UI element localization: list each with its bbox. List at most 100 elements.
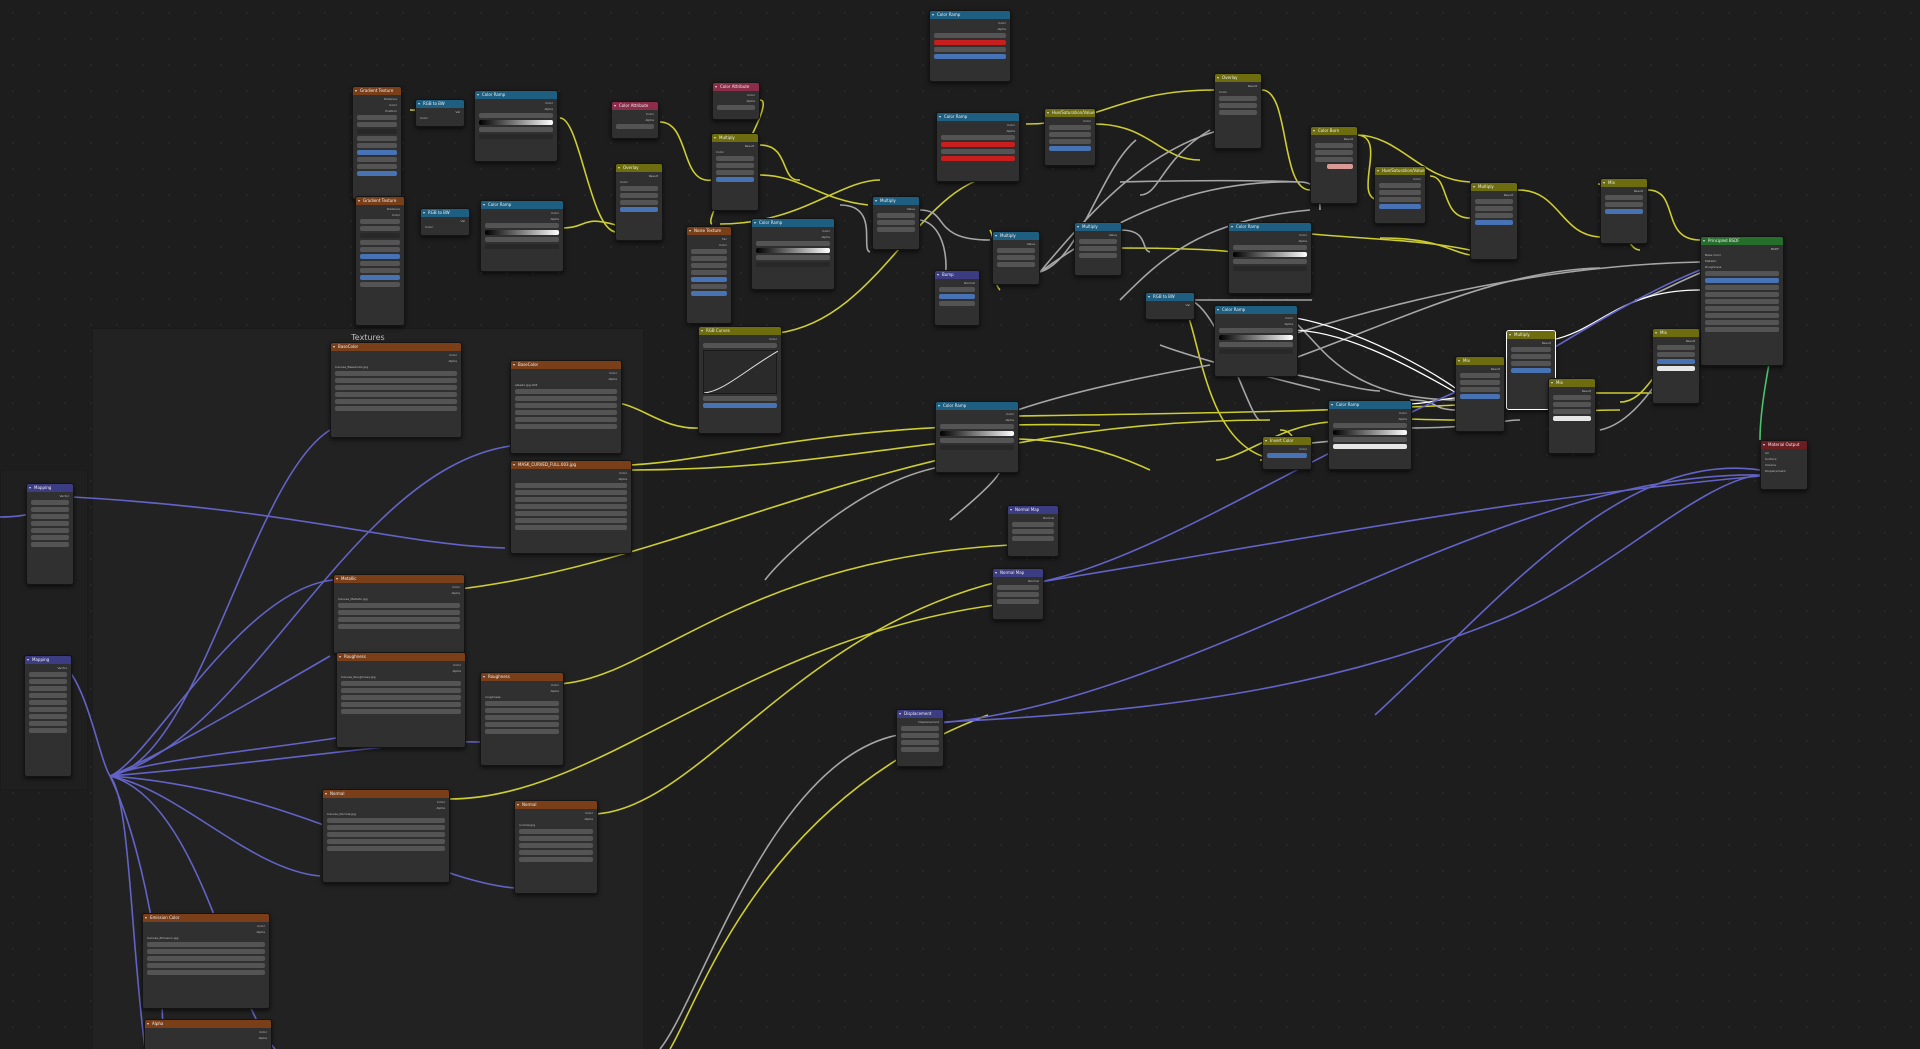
node-color-ramp-5[interactable]: Color Ramp Color Alpha: [1214, 305, 1298, 377]
image-name[interactable]: Canvas_BaseColor.jpg: [335, 365, 457, 369]
node-header[interactable]: Color Ramp: [1329, 401, 1411, 409]
node-roughness-texture-2[interactable]: Roughness Color Alpha roughness: [480, 672, 564, 766]
node-header[interactable]: Mapping: [25, 656, 71, 664]
node-header[interactable]: BaseColor: [511, 361, 621, 369]
node-bump[interactable]: Bump Normal: [934, 270, 980, 326]
node-color-attribute-1[interactable]: Color Attribute Color Alpha: [611, 101, 659, 139]
node-header[interactable]: RGB Curves: [699, 327, 781, 335]
node-color-ramp-2[interactable]: Color Ramp Color Alpha: [480, 200, 564, 272]
node-basecolor-texture-2[interactable]: BaseColor Color Alpha albedo.jpg.003: [510, 360, 622, 454]
node-color-burn[interactable]: Color Burn Result: [1310, 126, 1358, 204]
node-rgb-curves[interactable]: RGB Curves Color: [698, 326, 782, 434]
node-header[interactable]: Multiply: [873, 197, 919, 205]
node-header[interactable]: RGB to BW: [1146, 293, 1194, 301]
node-header[interactable]: Multiply: [993, 232, 1039, 240]
node-mix-4[interactable]: Mix Result: [1652, 328, 1700, 404]
node-color-ramp-1[interactable]: Color Ramp Color Alpha: [474, 90, 558, 162]
node-color-ramp-6[interactable]: Color Ramp Color Alpha: [935, 401, 1019, 473]
node-alpha-texture[interactable]: Alpha Color Alpha: [144, 1019, 272, 1049]
node-header[interactable]: MASK_CURVED_FULL.003.jpg: [511, 461, 631, 469]
node-roughness-texture-1[interactable]: Roughness Color Alpha Canvas_Roughness.j…: [336, 652, 466, 748]
node-color-ramp-4[interactable]: Color Ramp Color Alpha: [1228, 222, 1312, 294]
node-gradient-texture-1[interactable]: Gradient Texture Distance Color Position: [352, 86, 402, 200]
node-multiply-4[interactable]: Multiply Value: [1074, 222, 1122, 276]
image-name[interactable]: albedo.jpg.003: [515, 383, 617, 387]
node-header[interactable]: RGB to BW: [421, 209, 469, 217]
node-header[interactable]: Metallic: [334, 575, 464, 583]
node-normal-map-2[interactable]: Normal Map Normal: [992, 568, 1044, 620]
node-gradient-texture-2[interactable]: Gradient Texture Distance Color: [355, 196, 405, 326]
node-header[interactable]: Mix: [1549, 379, 1595, 387]
node-header[interactable]: Multiply: [712, 134, 758, 142]
node-color-ramp-red[interactable]: Color Ramp Color Alpha: [936, 112, 1020, 182]
node-header[interactable]: Gradient Texture: [356, 197, 404, 205]
node-mask-texture[interactable]: MASK_CURVED_FULL.003.jpg Color Alpha: [510, 460, 632, 554]
node-header[interactable]: Normal: [323, 790, 449, 798]
image-name[interactable]: normal.jpg: [519, 823, 593, 827]
node-multiply-1[interactable]: Multiply Result Color: [711, 133, 759, 211]
node-normal-map-1[interactable]: Normal Map Normal: [1007, 505, 1059, 557]
node-header[interactable]: Normal Map: [993, 569, 1043, 577]
node-color-ramp-7[interactable]: Color Ramp Color Alpha: [1328, 400, 1412, 470]
node-header[interactable]: Multiply: [1507, 331, 1555, 339]
node-invert-color[interactable]: Invert Color Color: [1262, 436, 1312, 470]
node-header[interactable]: Multiply: [1471, 183, 1517, 191]
node-header[interactable]: Overlay: [1215, 74, 1261, 82]
node-header[interactable]: Normal: [515, 801, 597, 809]
node-header[interactable]: Color Ramp: [1215, 306, 1297, 314]
node-header[interactable]: Mapping: [27, 484, 73, 492]
node-header[interactable]: Color Ramp: [936, 402, 1018, 410]
node-header[interactable]: Emission Color: [143, 914, 269, 922]
node-multiply-3[interactable]: Multiply Value: [992, 231, 1040, 285]
node-displacement[interactable]: Displacement Displacement: [896, 709, 944, 767]
node-header[interactable]: RGB to BW: [416, 100, 464, 108]
node-header[interactable]: Gradient Texture: [353, 87, 401, 95]
node-header[interactable]: Color Ramp: [481, 201, 563, 209]
node-editor-canvas[interactable]: Textures ▾ Color Ramp Color Alpha ▾ Grad…: [0, 0, 1920, 1049]
node-header[interactable]: Roughness: [481, 673, 563, 681]
image-name[interactable]: roughness: [485, 695, 559, 699]
node-header[interactable]: Bump: [935, 271, 979, 279]
node-header[interactable]: Color Ramp: [752, 219, 834, 227]
node-header[interactable]: Color Ramp: [930, 11, 1010, 19]
node-header[interactable]: Color Ramp: [1229, 223, 1311, 231]
node-mix-3[interactable]: Mix Result: [1548, 378, 1596, 454]
node-header[interactable]: Multiply: [1075, 223, 1121, 231]
node-normal-texture-1[interactable]: Normal Color Alpha Canvas_Normal.jpg: [322, 789, 450, 883]
node-basecolor-texture[interactable]: BaseColor Color Alpha Canvas_BaseColor.j…: [330, 342, 462, 438]
node-rgb-to-bw-3[interactable]: RGB to BW Val: [1145, 292, 1195, 320]
node-header[interactable]: Hue/Saturation/Value: [1375, 167, 1425, 175]
node-header[interactable]: Color Ramp: [937, 113, 1019, 121]
node-header[interactable]: Hue/Saturation/Value: [1045, 109, 1095, 117]
node-header[interactable]: Color Ramp: [475, 91, 557, 99]
node-principled-bsdf[interactable]: Principled BSDF BSDF Base Color Metallic…: [1700, 236, 1784, 366]
node-header[interactable]: Displacement: [897, 710, 943, 718]
node-header[interactable]: Color Burn: [1311, 127, 1357, 135]
node-header[interactable]: Mix: [1601, 179, 1647, 187]
node-mapping-1[interactable]: Mapping Vector: [26, 483, 74, 585]
node-header[interactable]: Alpha: [145, 1020, 271, 1028]
node-header[interactable]: Principled BSDF: [1701, 237, 1783, 245]
node-mix-1[interactable]: Mix Result: [1600, 178, 1648, 244]
node-normal-texture-2[interactable]: Normal Color Alpha normal.jpg: [514, 800, 598, 894]
node-emission-texture[interactable]: Emission Color Color Alpha Canvas_Emissi…: [142, 913, 270, 1009]
node-mapping-2[interactable]: Mapping Vector: [24, 655, 72, 777]
node-color-attribute-2[interactable]: Color Attribute Color Alpha: [712, 82, 760, 120]
node-color-ramp-3[interactable]: Color Ramp Color Alpha: [751, 218, 835, 290]
image-name[interactable]: Canvas_Metallic.jpg: [338, 597, 460, 601]
image-name[interactable]: Canvas_Roughness.jpg: [341, 675, 461, 679]
node-header[interactable]: Noise Texture: [687, 227, 731, 235]
node-header[interactable]: Roughness: [337, 653, 465, 661]
node-hsv-2[interactable]: Hue/Saturation/Value Color: [1374, 166, 1426, 224]
node-header[interactable]: Material Output: [1761, 441, 1807, 449]
node-overlay-1[interactable]: Overlay Result Color: [615, 163, 663, 241]
node-material-output[interactable]: Material Output All Surface Volume Displ…: [1760, 440, 1808, 490]
node-overlay-2[interactable]: Overlay Result Color: [1214, 73, 1262, 149]
node-header[interactable]: BaseColor: [331, 343, 461, 351]
node-header[interactable]: Color Attribute: [612, 102, 658, 110]
node-header[interactable]: Mix: [1653, 329, 1699, 337]
node-rgb-to-bw-2[interactable]: RGB to BW Val Color: [420, 208, 470, 236]
image-name[interactable]: Canvas_Emission.jpg: [147, 936, 265, 940]
node-header[interactable]: Mix: [1456, 357, 1504, 365]
node-mix-2[interactable]: Mix Result: [1455, 356, 1505, 432]
